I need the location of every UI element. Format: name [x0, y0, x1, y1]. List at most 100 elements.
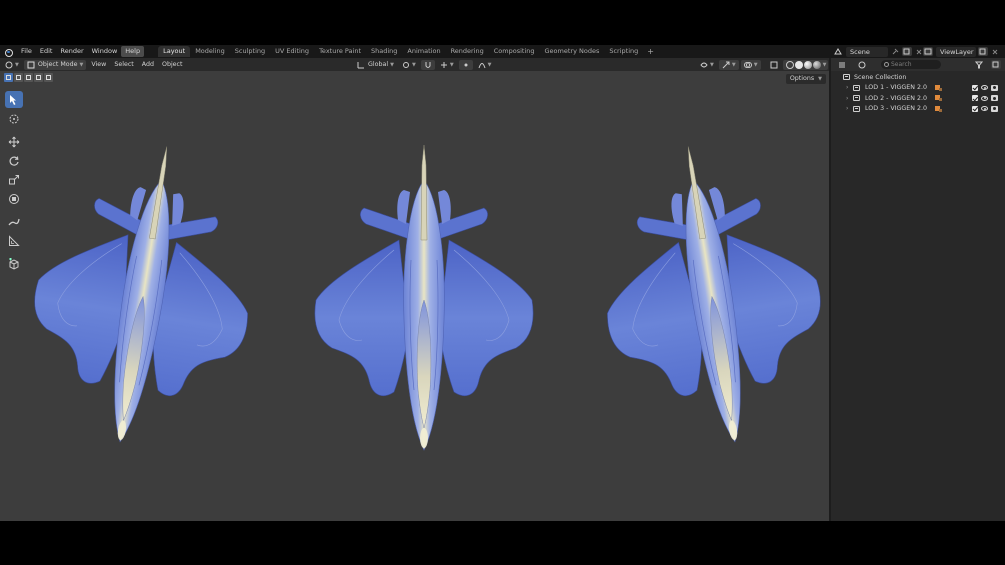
3d-viewport[interactable]: ▼ Object Mode ▼ View Select Add Object G…: [0, 58, 829, 521]
view-layer-icon[interactable]: [923, 47, 933, 56]
scene-icon[interactable]: [833, 47, 843, 56]
menu-select[interactable]: Select: [111, 60, 136, 70]
pivot-point-selector[interactable]: ▼: [399, 60, 419, 70]
eye-icon[interactable]: [981, 95, 988, 101]
tab-geometry-nodes[interactable]: Geometry Nodes: [540, 46, 605, 57]
select-box-tool[interactable]: [5, 91, 23, 108]
tab-layout[interactable]: Layout: [158, 46, 191, 57]
menu-view[interactable]: View: [88, 60, 109, 70]
scene-collection-row[interactable]: Scene Collection: [831, 72, 1005, 83]
scene-name-field[interactable]: Scene: [846, 46, 888, 57]
wireframe-shading-icon[interactable]: [785, 60, 794, 69]
overlays-toggle[interactable]: ▼: [740, 59, 761, 70]
outliner-row-lod2[interactable]: › LOD 2 - VIGGEN 2.0: [831, 93, 1005, 104]
exclude-checkbox[interactable]: [972, 84, 978, 91]
snap-target-selector[interactable]: ▼: [437, 60, 457, 70]
aircraft-lod3[interactable]: [582, 129, 829, 460]
blender-logo-icon[interactable]: [4, 47, 14, 57]
outliner-editor-icon[interactable]: [837, 60, 847, 69]
outliner-row-lod3[interactable]: › LOD 3 - VIGGEN 2.0: [831, 104, 1005, 115]
falloff-selector[interactable]: ▼: [475, 60, 495, 70]
tab-uv-editing[interactable]: UV Editing: [270, 46, 314, 57]
menu-object[interactable]: Object: [159, 60, 186, 70]
measure-tool[interactable]: [5, 232, 23, 249]
menu-window[interactable]: Window: [88, 46, 122, 57]
editor-type-button[interactable]: ▼: [2, 60, 22, 70]
camera-icon[interactable]: [991, 84, 998, 91]
menu-add[interactable]: Add: [139, 60, 157, 70]
select-subtract-icon[interactable]: [24, 73, 33, 82]
camera-icon[interactable]: [991, 95, 998, 102]
chevron-down-icon: ▼: [79, 61, 84, 68]
outliner-search-input[interactable]: Search: [881, 60, 941, 69]
filter-icon[interactable]: [974, 60, 984, 69]
expand-arrow-icon[interactable]: ›: [846, 105, 848, 112]
collection-icon: [853, 105, 860, 112]
object-mode-icon: [27, 61, 35, 69]
proportional-edit-toggle[interactable]: [458, 59, 473, 70]
move-tool[interactable]: [5, 133, 23, 150]
tab-compositing[interactable]: Compositing: [489, 46, 540, 57]
exclude-checkbox[interactable]: [972, 95, 978, 102]
menu-help[interactable]: Help: [121, 46, 145, 57]
expand-arrow-icon[interactable]: ›: [846, 84, 848, 91]
menu-file[interactable]: File: [17, 46, 36, 57]
mode-selector[interactable]: Object Mode ▼: [23, 59, 87, 70]
transform-tool[interactable]: [5, 190, 23, 207]
transform-orientation-selector[interactable]: Global ▼: [354, 60, 397, 70]
view-layer-selector: ViewLayer: [921, 46, 1000, 57]
tab-texture-paint[interactable]: Texture Paint: [314, 46, 366, 57]
xray-toggle[interactable]: [767, 60, 781, 70]
viewport-canvas[interactable]: [0, 58, 829, 521]
rendered-shading-icon[interactable]: [812, 60, 821, 69]
collection-label: LOD 3 - VIGGEN 2.0: [865, 105, 928, 113]
gizmo-icon: [722, 61, 730, 69]
aircraft-lod1[interactable]: [13, 129, 273, 460]
tab-modeling[interactable]: Modeling: [190, 46, 230, 57]
annotate-tool[interactable]: [5, 213, 23, 230]
tab-scripting[interactable]: Scripting: [604, 46, 643, 57]
camera-icon[interactable]: [991, 105, 998, 112]
menu-render[interactable]: Render: [56, 46, 87, 57]
tab-animation[interactable]: Animation: [402, 46, 445, 57]
material-preview-icon[interactable]: [803, 60, 812, 69]
outliner-panel: Search Scene Collection › LOD 1 - VIGGEN…: [831, 58, 1005, 521]
select-intersect-icon[interactable]: [44, 73, 53, 82]
menu-edit[interactable]: Edit: [36, 46, 57, 57]
snap-toggle[interactable]: [420, 59, 435, 70]
add-workspace-button[interactable]: +: [643, 47, 658, 56]
new-scene-icon[interactable]: [902, 47, 912, 56]
rotate-tool[interactable]: [5, 152, 23, 169]
visibility-selector[interactable]: ▼: [697, 60, 717, 70]
outliner-row-lod1[interactable]: › LOD 1 - VIGGEN 2.0: [831, 83, 1005, 94]
new-view-layer-icon[interactable]: [978, 47, 988, 56]
orientation-icon: [357, 61, 365, 69]
eye-icon[interactable]: [981, 85, 988, 91]
chevron-down-icon: ▼: [710, 61, 714, 68]
options-dropdown[interactable]: Options ▼: [785, 74, 826, 84]
view-layer-field[interactable]: ViewLayer: [936, 46, 976, 57]
cursor-tool[interactable]: [5, 110, 23, 127]
exclude-checkbox[interactable]: [972, 105, 978, 112]
aircraft-lod2[interactable]: [314, 144, 534, 451]
select-new-icon[interactable]: [4, 73, 13, 82]
orientation-label: Global: [368, 60, 389, 68]
solid-shading-icon[interactable]: [794, 60, 803, 69]
add-cube-tool[interactable]: [5, 255, 23, 272]
pin-icon[interactable]: [890, 47, 900, 56]
select-extend-icon[interactable]: [14, 73, 23, 82]
tab-sculpting[interactable]: Sculpting: [230, 46, 270, 57]
select-invert-icon[interactable]: [34, 73, 43, 82]
transform-controls: Global ▼ ▼ ▼ ▼: [352, 59, 495, 70]
expand-arrow-icon[interactable]: ›: [846, 95, 848, 102]
close-view-layer-icon[interactable]: [990, 47, 1000, 56]
new-collection-icon[interactable]: [991, 60, 1001, 69]
tab-rendering[interactable]: Rendering: [446, 46, 489, 57]
gizmo-toggle[interactable]: ▼: [718, 59, 739, 70]
display-mode-icon[interactable]: [857, 60, 867, 69]
scale-tool[interactable]: [5, 171, 23, 188]
eye-icon[interactable]: [981, 106, 988, 112]
chevron-down-icon: ▼: [731, 61, 736, 68]
visibility-icon: [700, 61, 708, 69]
tab-shading[interactable]: Shading: [366, 46, 402, 57]
